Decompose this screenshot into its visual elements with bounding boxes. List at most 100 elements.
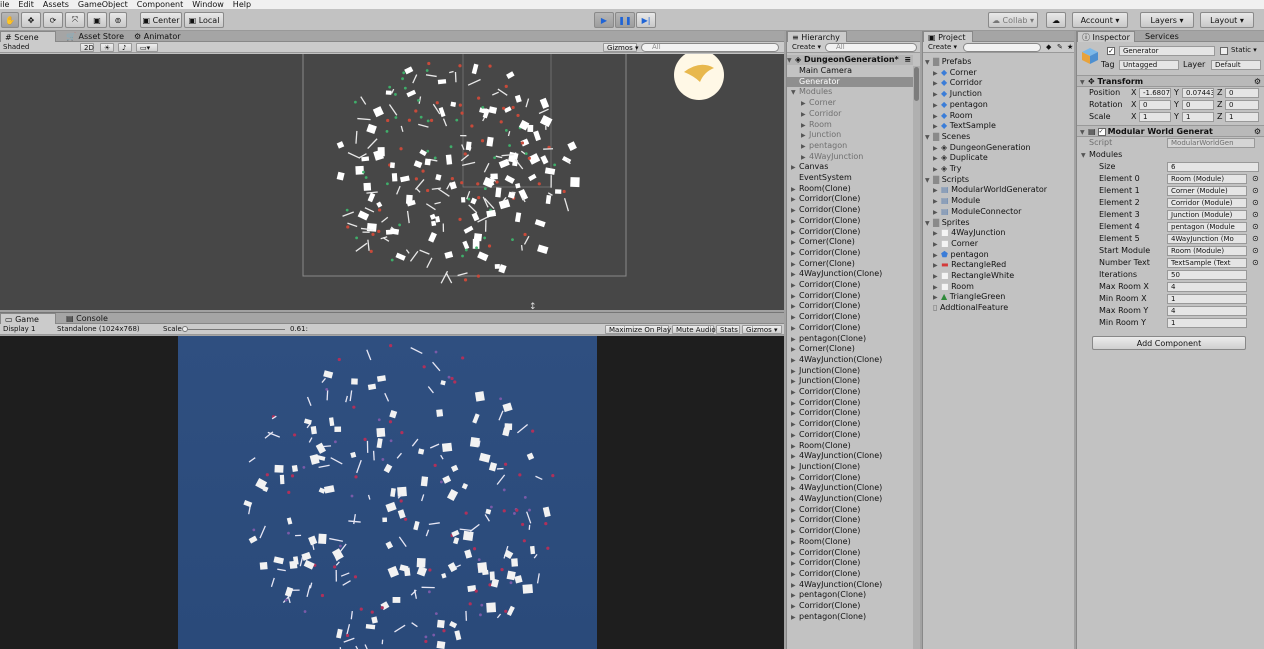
expand-arrow-icon[interactable]: ▶	[933, 240, 941, 250]
hierarchy-item[interactable]: ▶ Corridor(Clone)	[787, 280, 913, 290]
cloud-button[interactable]: ☁	[1046, 12, 1066, 28]
hierarchy-item[interactable]: ▼ Modules	[787, 87, 913, 97]
hierarchy-item[interactable]: ▶ Corridor(Clone)	[787, 291, 913, 301]
object-name-field[interactable]: Generator	[1119, 46, 1215, 56]
expand-arrow-icon[interactable]: ▶	[791, 463, 799, 473]
hierarchy-item[interactable]: ▶ Corner(Clone)	[787, 259, 913, 269]
tag-dropdown[interactable]: Untagged	[1119, 60, 1179, 70]
hierarchy-item[interactable]: ▶ Corridor(Clone)	[787, 430, 913, 440]
project-search-input[interactable]	[963, 43, 1041, 52]
layout-dropdown[interactable]: Layout ▾	[1200, 12, 1254, 28]
hierarchy-item[interactable]: ▶ Corridor(Clone)	[787, 248, 913, 258]
project-item[interactable]: ▼ ▇ Prefabs	[925, 57, 971, 67]
scale-slider-thumb[interactable]	[182, 326, 188, 332]
expand-arrow-icon[interactable]: ▶	[791, 228, 799, 238]
hierarchy-item[interactable]: EventSystem	[787, 173, 913, 183]
project-item[interactable]: ▯ AddtionalFeature	[925, 303, 1008, 313]
hierarchy-item[interactable]: ▶ Corridor(Clone)	[787, 312, 913, 322]
hierarchy-item[interactable]: ▶ Corridor(Clone)	[787, 323, 913, 333]
expand-arrow-icon[interactable]: ▶	[933, 261, 941, 271]
audio-icon[interactable]: ♪	[118, 43, 132, 52]
scene-search-input[interactable]: All	[641, 43, 779, 52]
expand-arrow-icon[interactable]: ▶	[791, 516, 799, 526]
hierarchy-item[interactable]: ▶ Junction(Clone)	[787, 462, 913, 472]
account-dropdown[interactable]: Account ▾	[1072, 12, 1128, 28]
expand-arrow-icon[interactable]: ▶	[791, 281, 799, 291]
scene-root-row[interactable]: ▼ ◈ DungeonGeneration* ≡	[787, 55, 913, 65]
expand-arrow-icon[interactable]: ▶	[791, 602, 799, 612]
project-item[interactable]: ▶ ▤ ModuleConnector	[933, 207, 1021, 217]
menu-item-help[interactable]: Help	[233, 0, 251, 9]
menu-item-component[interactable]: Component	[137, 0, 183, 9]
expand-arrow-icon[interactable]: ▶	[933, 293, 941, 303]
component-enabled-checkbox[interactable]: ✓	[1097, 127, 1106, 136]
object-picker-icon[interactable]: ⊙	[1252, 210, 1259, 220]
project-item[interactable]: ▶ ■ Corner	[933, 239, 978, 249]
step-button[interactable]: ▶|	[636, 12, 656, 28]
expand-arrow-icon[interactable]: ▶	[801, 99, 809, 109]
rect-tool-icon[interactable]: ▣	[87, 12, 107, 28]
hierarchy-item[interactable]: ▶ 4WayJunction(Clone)	[787, 355, 913, 365]
play-button[interactable]: ▶	[594, 12, 614, 28]
display-dropdown[interactable]: Display 1	[0, 325, 50, 334]
filter-type-icon[interactable]: ◆	[1043, 43, 1053, 52]
hierarchy-item[interactable]: ▶ Junction(Clone)	[787, 366, 913, 376]
expand-arrow-icon[interactable]: ▶	[933, 229, 941, 239]
project-item[interactable]: ▶ ◈ Try	[933, 164, 961, 174]
expand-arrow-icon[interactable]: ▶	[791, 559, 799, 569]
game-render-area[interactable]	[178, 336, 597, 649]
tab-scene[interactable]: # Scene	[0, 31, 56, 42]
pivot-center-button[interactable]: ▣ Center	[140, 12, 182, 28]
pos-y-field[interactable]: 0.07443	[1182, 88, 1214, 98]
maximize-on-play-toggle[interactable]: Maximize On Play	[605, 325, 671, 334]
expand-arrow-icon[interactable]: ▶	[933, 272, 941, 282]
expand-arrow-icon[interactable]: ▶	[791, 302, 799, 312]
expand-arrow-icon[interactable]: ▼	[925, 58, 933, 68]
game-view[interactable]	[0, 336, 784, 649]
expand-arrow-icon[interactable]: ▶	[933, 79, 941, 89]
project-item[interactable]: ▼ ▇ Sprites	[925, 218, 970, 228]
menu-item-gameobject[interactable]: GameObject	[78, 0, 128, 9]
tab-project[interactable]: ▣ Project	[923, 31, 973, 42]
add-component-button[interactable]: Add Component	[1092, 336, 1246, 350]
menu-item-assets[interactable]: Assets	[43, 0, 69, 9]
object-picker-icon[interactable]: ⊙	[1252, 234, 1259, 244]
hierarchy-search-input[interactable]: All	[825, 43, 917, 52]
hierarchy-item[interactable]: ▶ 4WayJunction(Clone)	[787, 451, 913, 461]
pause-button[interactable]: ❚❚	[615, 12, 635, 28]
scl-x-field[interactable]: 1	[1139, 112, 1171, 122]
layer-dropdown[interactable]: Default	[1211, 60, 1261, 70]
expand-arrow-icon[interactable]: ▶	[801, 142, 809, 152]
scl-z-field[interactable]: 1	[1225, 112, 1259, 122]
mode-2d-button[interactable]: 2D	[80, 43, 94, 52]
move-tool-icon[interactable]: ✥	[21, 12, 41, 28]
hierarchy-item[interactable]: Generator	[787, 76, 913, 87]
project-item[interactable]: ▶ ◆ Corridor	[933, 78, 982, 88]
expand-arrow-icon[interactable]: ▶	[791, 613, 799, 623]
expand-arrow-icon[interactable]: ▶	[933, 154, 941, 164]
scene-view[interactable]: ↕	[0, 54, 784, 310]
expand-arrow-icon[interactable]: ▶	[791, 195, 799, 205]
expand-arrow-icon[interactable]: ▶	[791, 270, 799, 280]
expand-arrow-icon[interactable]: ▶	[791, 185, 799, 195]
expand-arrow-icon[interactable]: ▶	[801, 153, 809, 163]
hierarchy-scroll-thumb[interactable]	[914, 67, 919, 101]
static-dropdown[interactable]: Static ▾	[1231, 45, 1257, 55]
scene-options-icon[interactable]: ≡	[904, 55, 911, 65]
expand-arrow-icon[interactable]: ▶	[791, 206, 799, 216]
project-item[interactable]: ▶ ◆ Junction	[933, 89, 982, 99]
object-picker-icon[interactable]: ⊙	[1252, 186, 1259, 196]
expand-arrow-icon[interactable]: ▶	[933, 186, 941, 196]
menu-item-ile[interactable]: ile	[0, 0, 9, 9]
expand-arrow-icon[interactable]: ▶	[791, 249, 799, 259]
expand-arrow-icon[interactable]: ▶	[791, 442, 799, 452]
hand-tool-icon[interactable]: ✋	[1, 12, 19, 28]
project-item[interactable]: ▶ ◆ pentagon	[933, 100, 988, 110]
component-header[interactable]: ▼ ▤ ✓ Modular World Generat ⚙	[1077, 125, 1264, 137]
expand-arrow-icon[interactable]: ▶	[791, 409, 799, 419]
field-value[interactable]: pentagon (Module	[1167, 222, 1247, 232]
transform-settings-icon[interactable]: ⚙	[1254, 76, 1261, 87]
hierarchy-item[interactable]: ▶ Corridor(Clone)	[787, 569, 913, 579]
expand-arrow-icon[interactable]: ▼	[925, 133, 933, 143]
stats-toggle[interactable]: Stats	[716, 325, 740, 334]
